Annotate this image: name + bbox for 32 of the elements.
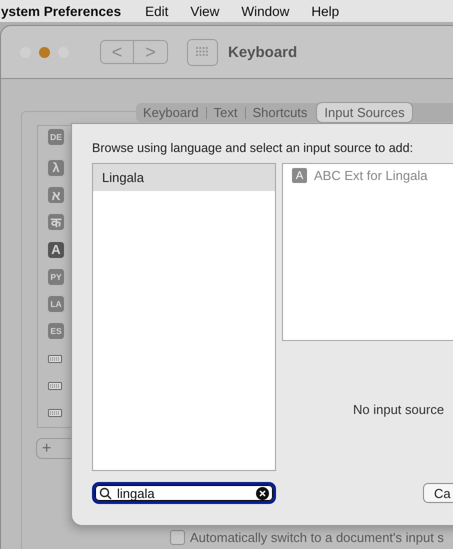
menu-item[interactable]: Edit xyxy=(145,4,168,18)
keyboard-icon xyxy=(48,382,62,390)
keyboard-icon xyxy=(48,354,62,363)
cancel-button[interactable]: Ca xyxy=(423,483,453,503)
minimize-button[interactable] xyxy=(39,46,50,58)
menu-item[interactable]: Help xyxy=(311,4,340,18)
menu-item[interactable]: View xyxy=(190,4,220,18)
input-source-badge: LA xyxy=(48,296,64,312)
checkbox[interactable] xyxy=(170,530,185,545)
window-title: Keyboard xyxy=(228,44,298,60)
checkbox-label: Automatically switch to a document's input s xyxy=(190,530,444,545)
show-all-button[interactable] xyxy=(187,38,218,66)
input-source-badge: A xyxy=(292,168,307,183)
input-source-badge: A xyxy=(48,242,64,258)
input-source-badge: PY xyxy=(48,268,64,285)
app-menu[interactable]: ystem Preferences xyxy=(1,4,122,18)
input-source-badge: א xyxy=(48,187,64,204)
grid-icon xyxy=(196,47,209,57)
input-source-badge: DE xyxy=(48,128,64,145)
close-icon xyxy=(259,490,266,496)
language-item[interactable]: Lingala xyxy=(93,164,275,191)
search-input[interactable]: lingala xyxy=(117,486,251,500)
input-source-badge: λ xyxy=(48,160,64,176)
search-icon xyxy=(99,486,112,500)
keyboard-icon xyxy=(48,409,62,418)
input-source-badge: क xyxy=(48,214,64,230)
search-field[interactable]: lingala xyxy=(92,482,276,504)
input-source-badge: ES xyxy=(48,323,64,340)
preview-text: No input source xyxy=(353,402,444,417)
tab[interactable]: Input Sources xyxy=(317,103,412,122)
clear-button[interactable] xyxy=(256,486,269,500)
menu-item[interactable]: Window xyxy=(241,4,290,18)
